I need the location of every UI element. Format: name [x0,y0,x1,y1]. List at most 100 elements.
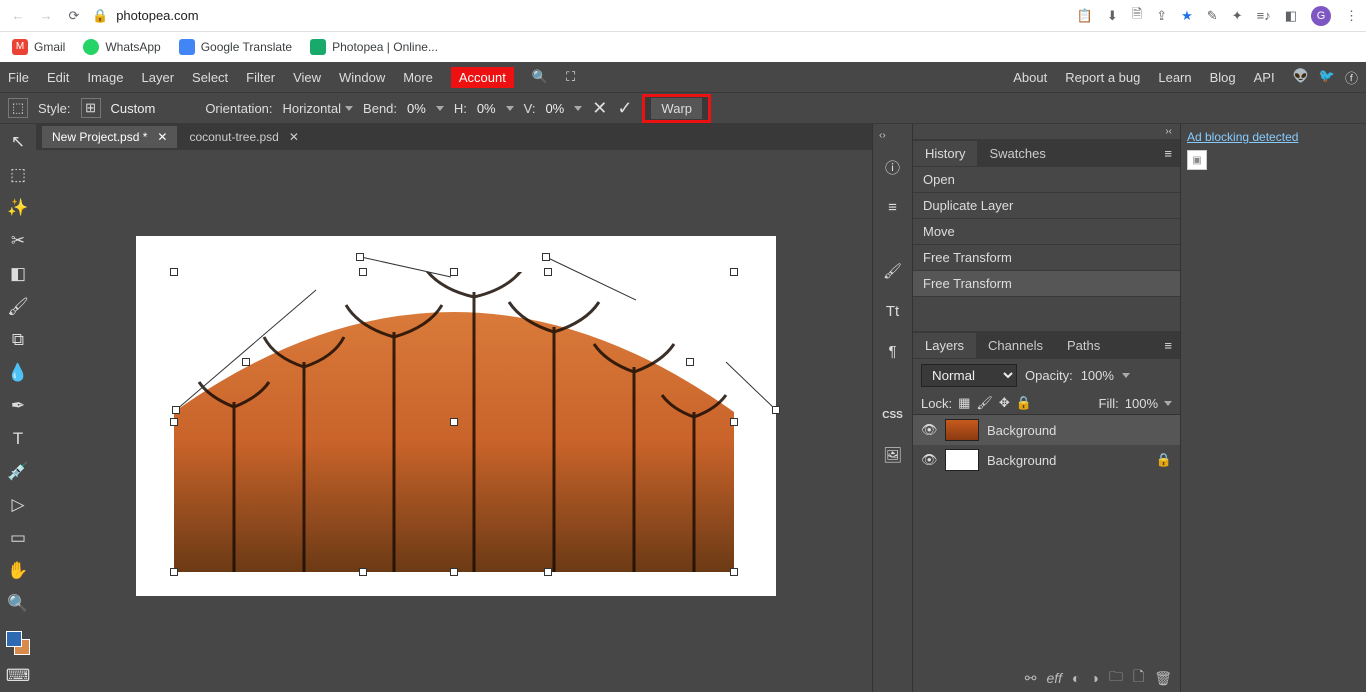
search-icon[interactable]: 🔍 [532,69,548,85]
v-value[interactable]: 0% [545,101,564,116]
menu-more[interactable]: More [403,70,433,85]
tab-layers[interactable]: Layers [913,333,976,358]
bookmark-photopea[interactable]: Photopea | Online... [310,39,438,55]
orientation-select[interactable]: Horizontal [283,101,354,116]
layer-thumb[interactable] [945,449,979,471]
paragraph-panel-icon[interactable]: ¶ [880,338,906,364]
transform-handle[interactable] [359,268,367,276]
close-icon[interactable]: ✕ [157,130,167,144]
history-item[interactable]: Duplicate Layer [913,193,1180,219]
adjustments-panel-icon[interactable]: ≡ [880,194,906,220]
transform-handle[interactable] [170,568,178,576]
menu-layer[interactable]: Layer [142,70,175,85]
color-swatch[interactable] [6,631,30,655]
warp-control-point[interactable] [542,253,550,261]
hand-tool[interactable]: ✋ [6,559,30,583]
clone-tool[interactable]: ⧉ [6,328,30,352]
doc-icon[interactable]: 🗎 [1132,5,1142,27]
mask-icon[interactable]: ◐ [1072,670,1080,686]
bookmark-star-icon[interactable]: ★ [1181,8,1193,24]
menu-account[interactable]: Account [451,67,514,88]
menu-window[interactable]: Window [339,70,385,85]
brush-panel-icon[interactable]: 🖌 [880,258,906,284]
style-value[interactable]: Custom [111,101,156,116]
layer-thumb[interactable] [945,419,979,441]
warp-control-point[interactable] [172,406,180,414]
layer-row[interactable]: 👁 Background [913,415,1180,445]
lock-trans-icon[interactable]: ▦ [958,395,970,411]
menu-view[interactable]: View [293,70,321,85]
cancel-transform-icon[interactable]: ✕ [592,98,607,119]
eyedropper-tool[interactable]: 💉 [6,460,30,484]
v-dropdown-icon[interactable] [574,106,582,111]
visibility-icon[interactable]: 👁 [921,452,937,468]
tab-channels[interactable]: Channels [976,333,1055,358]
tab-swatches[interactable]: Swatches [977,141,1057,166]
collapse-left-icon[interactable]: ‹› [879,130,886,141]
menu-file[interactable]: File [8,70,29,85]
transform-handle[interactable] [730,418,738,426]
info-panel-icon[interactable]: ⓘ [880,154,906,180]
download-icon[interactable]: ⬇ [1107,8,1118,24]
ad-blocking-link[interactable]: Ad blocking detected [1187,130,1360,144]
link-report-bug[interactable]: Report a bug [1065,70,1140,85]
fill-value[interactable]: 100% [1125,396,1158,411]
history-item[interactable]: Free Transform [913,271,1180,297]
css-panel-icon[interactable]: CSS [880,402,906,428]
transform-handle[interactable] [450,268,458,276]
playlist-icon[interactable]: ≡♪ [1257,8,1271,23]
panel-menu-icon[interactable]: ≡ [1156,338,1180,353]
blend-mode-select[interactable]: Normal [921,364,1017,387]
transform-handle[interactable] [450,568,458,576]
reddit-icon[interactable]: 👽 [1293,68,1309,87]
bend-value[interactable]: 0% [407,101,426,116]
history-item[interactable]: Move [913,219,1180,245]
link-learn[interactable]: Learn [1158,70,1191,85]
style-grid-icon[interactable]: ⊞ [81,98,101,118]
history-item[interactable]: Open [913,167,1180,193]
panel-menu-icon[interactable]: ≡ [1156,146,1180,161]
image-panel-icon[interactable]: 🖼 [880,442,906,468]
transform-handle[interactable] [730,268,738,276]
eraser-tool[interactable]: ◧ [6,262,30,286]
blur-tool[interactable]: 💧 [6,361,30,385]
collapse-right-icon[interactable]: ›‹ [1165,126,1172,137]
bookmark-gmail[interactable]: MGmail [12,39,65,55]
brush-tool[interactable]: 🖌 [6,295,30,319]
trash-icon[interactable]: 🗑 [1154,670,1172,687]
doc-tab-1[interactable]: coconut-tree.psd✕ [179,126,308,148]
move-tool[interactable]: ↖ [6,130,30,154]
menu-edit[interactable]: Edit [47,70,69,85]
type-tool[interactable]: T [6,427,30,451]
transform-handle[interactable] [359,568,367,576]
eyedropper-ext-icon[interactable]: ✎ [1207,8,1218,24]
facebook-icon[interactable]: ⓕ [1345,68,1358,87]
history-item[interactable]: Free Transform [913,245,1180,271]
path-select-tool[interactable]: ▷ [6,493,30,517]
doc-tab-0[interactable]: New Project.psd *✕ [42,126,177,148]
warp-control-point[interactable] [686,358,694,366]
transform-handle[interactable] [450,418,458,426]
character-panel-icon[interactable]: Tt [880,298,906,324]
extensions-icon[interactable]: ✦ [1232,8,1243,24]
h-value[interactable]: 0% [477,101,496,116]
menu-select[interactable]: Select [192,70,228,85]
close-icon[interactable]: ✕ [289,130,299,144]
pen-tool[interactable]: ✒ [6,394,30,418]
shape-tool[interactable]: ▭ [6,526,30,550]
address-bar[interactable]: 🔒 photopea.com [92,8,1069,24]
warp-control-point[interactable] [242,358,250,366]
menu-image[interactable]: Image [87,70,123,85]
kebab-menu-icon[interactable]: ⋮ [1345,8,1358,24]
adjustment-layer-icon[interactable]: ◑ [1090,670,1098,686]
transform-handle[interactable] [170,268,178,276]
warp-control-point[interactable] [356,253,364,261]
h-dropdown-icon[interactable] [506,106,514,111]
fullscreen-icon[interactable]: ⛶ [566,69,575,85]
lock-all-icon[interactable]: 🔒 [1016,395,1032,411]
new-layer-icon[interactable]: 🗋 [1133,666,1144,690]
canvas-viewport[interactable] [36,150,872,692]
visibility-icon[interactable]: 👁 [921,422,937,438]
avatar[interactable]: G [1311,6,1331,26]
link-blog[interactable]: Blog [1210,70,1236,85]
